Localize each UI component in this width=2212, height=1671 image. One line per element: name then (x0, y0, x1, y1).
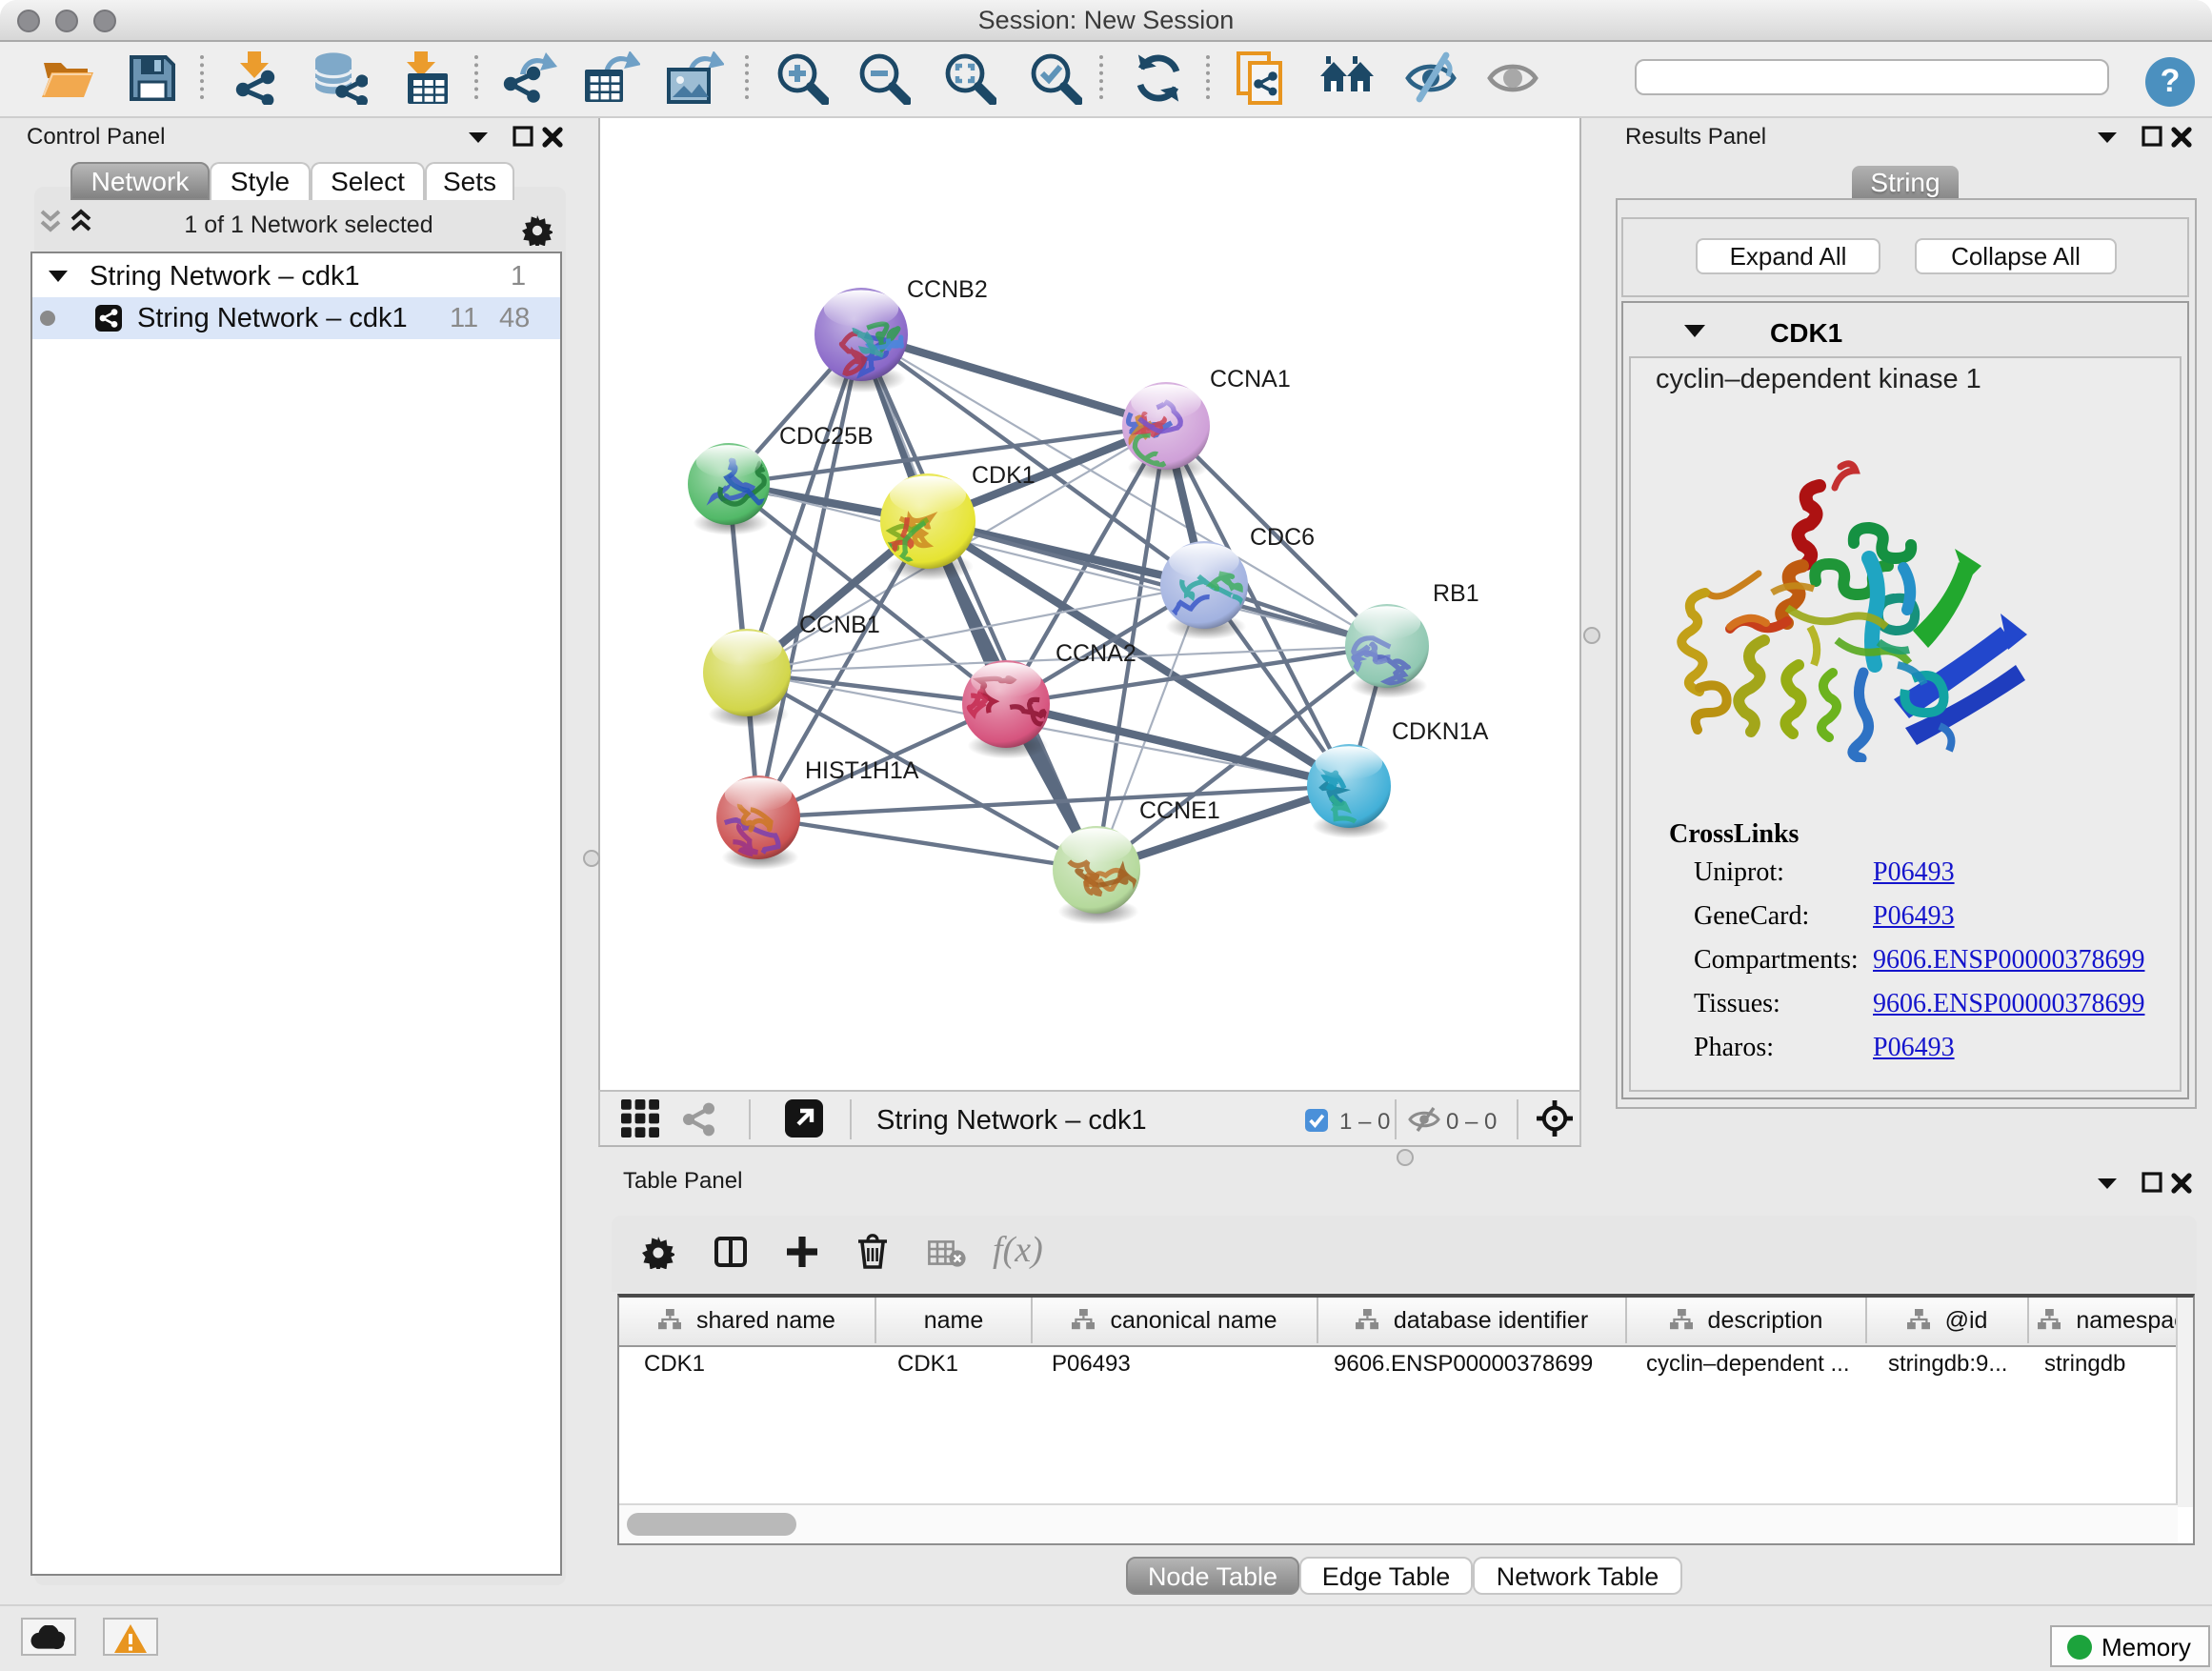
svg-text:CCNB1: CCNB1 (799, 612, 880, 638)
svg-text:RB1: RB1 (1433, 580, 1479, 607)
svg-text:CDKN1A: CDKN1A (1392, 718, 1489, 745)
svg-text:CCNB2: CCNB2 (907, 276, 988, 303)
svg-text:CDC25B: CDC25B (779, 423, 874, 450)
svg-text:CCNA2: CCNA2 (1056, 640, 1136, 667)
svg-text:CDC6: CDC6 (1250, 524, 1315, 551)
svg-text:CCNE1: CCNE1 (1139, 797, 1220, 824)
svg-text:CCNA1: CCNA1 (1210, 366, 1291, 393)
svg-text:CDK1: CDK1 (972, 462, 1036, 489)
svg-text:HIST1H1A: HIST1H1A (805, 757, 919, 784)
